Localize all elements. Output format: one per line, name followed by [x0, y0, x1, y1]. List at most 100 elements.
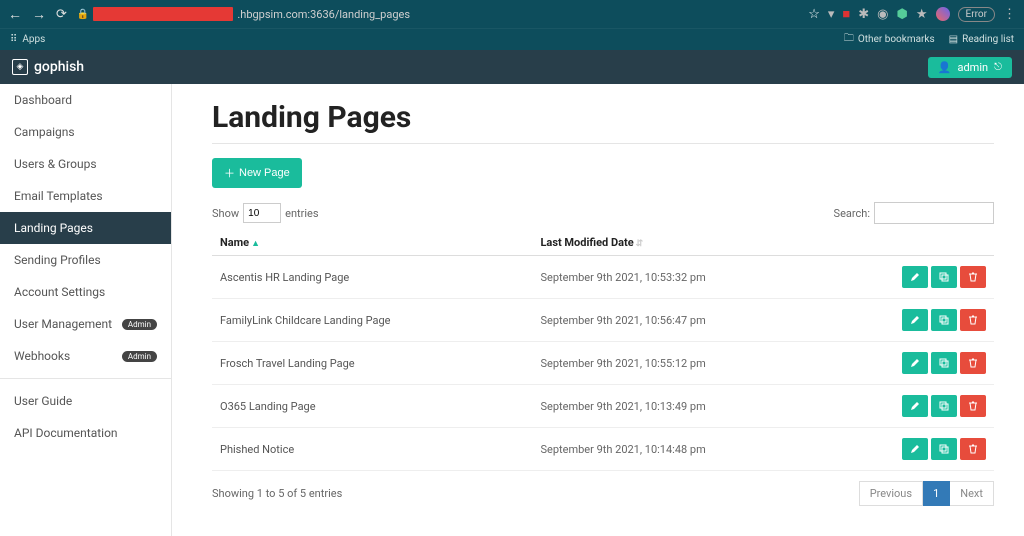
sidebar-item-user-management[interactable]: User ManagementAdmin [0, 308, 171, 340]
url-bar[interactable]: 🔒 .hbgpsim.com:3636/landing_pages [77, 7, 798, 21]
sidebar-item-landing-pages[interactable]: Landing Pages [0, 212, 171, 244]
sidebar-item-email-templates[interactable]: Email Templates [0, 180, 171, 212]
user-menu-button[interactable]: 👤 admin ⎋ [928, 57, 1012, 78]
folder-icon: 🗀 [844, 31, 854, 48]
table-row: Phished NoticeSeptember 9th 2021, 10:14:… [212, 428, 994, 471]
cell-modified: September 9th 2021, 10:13:49 pm [532, 385, 844, 428]
col-actions [844, 230, 994, 256]
entries-input[interactable] [243, 203, 281, 223]
edit-button[interactable] [902, 309, 928, 331]
delete-button[interactable] [960, 352, 986, 374]
brand-logo[interactable]: ◈ gophish [12, 59, 84, 75]
sidebar: Dashboard Campaigns Users & Groups Email Te… [0, 84, 172, 536]
pager-next[interactable]: Next [950, 481, 994, 506]
pager-page-1[interactable]: 1 [923, 481, 950, 506]
copy-button[interactable] [931, 395, 957, 417]
show-label: Show [212, 207, 239, 220]
logout-icon: ⎋ [994, 62, 1002, 73]
ext2-icon[interactable]: ■ [842, 6, 850, 22]
cell-modified: September 9th 2021, 10:56:47 pm [532, 299, 844, 342]
delete-button[interactable] [960, 395, 986, 417]
cell-modified: September 9th 2021, 10:53:32 pm [532, 256, 844, 299]
nav-forward-icon[interactable]: → [32, 6, 46, 23]
sidebar-item-webhooks[interactable]: WebhooksAdmin [0, 340, 171, 372]
error-button[interactable]: Error [958, 7, 995, 22]
reload-icon[interactable]: ⟳ [56, 7, 67, 22]
apps-label: Apps [22, 34, 45, 45]
edit-button[interactable] [902, 266, 928, 288]
copy-button[interactable] [931, 266, 957, 288]
sidebar-item-label: Sending Profiles [14, 253, 101, 267]
delete-button[interactable] [960, 309, 986, 331]
browser-chrome: ← → ⟳ 🔒 .hbgpsim.com:3636/landing_pages … [0, 0, 1024, 28]
url-redacted [93, 7, 233, 21]
search-box: Search: [834, 202, 994, 224]
url-host: .hbgpsim.com:3636/landing_pages [237, 8, 410, 21]
sort-asc-icon: ▲ [251, 239, 260, 249]
sidebar-item-label: Users & Groups [14, 157, 97, 171]
col-modified[interactable]: Last Modified Date⇵ [532, 230, 844, 256]
copy-button[interactable] [931, 352, 957, 374]
sidebar-item-dashboard[interactable]: Dashboard [0, 84, 171, 116]
app-header: ◈ gophish 👤 admin ⎋ [0, 50, 1024, 84]
show-entries: Show entries [212, 203, 319, 223]
cell-actions [844, 256, 994, 299]
sidebar-item-label: Dashboard [14, 93, 72, 107]
page-title: Landing Pages [212, 100, 994, 135]
cell-actions [844, 428, 994, 471]
cell-modified: September 9th 2021, 10:55:12 pm [532, 342, 844, 385]
content: Landing Pages ＋ New Page Show entries Se… [172, 84, 1024, 536]
cell-name: O365 Landing Page [212, 385, 532, 428]
sidebar-item-label: Email Templates [14, 189, 103, 203]
sidebar-item-campaigns[interactable]: Campaigns [0, 116, 171, 148]
cell-name: Frosch Travel Landing Page [212, 342, 532, 385]
edit-button[interactable] [902, 438, 928, 460]
col-name[interactable]: Name▲ [212, 230, 532, 256]
sidebar-item-label: Campaigns [14, 125, 75, 139]
pager-previous[interactable]: Previous [859, 481, 923, 506]
entries-summary: Showing 1 to 5 of 5 entries [212, 487, 342, 500]
readlist-icon: ▤ [949, 34, 958, 45]
table-row: O365 Landing PageSeptember 9th 2021, 10:… [212, 385, 994, 428]
apps-grid-icon: ⠿ [10, 34, 17, 45]
new-page-button[interactable]: ＋ New Page [212, 158, 302, 188]
sidebar-item-label: User Management [14, 317, 112, 331]
delete-button[interactable] [960, 266, 986, 288]
ext4-icon[interactable]: ◉ [877, 7, 888, 22]
reading-list[interactable]: ▤Reading list [949, 34, 1014, 45]
profile-icon[interactable] [936, 7, 950, 21]
copy-button[interactable] [931, 438, 957, 460]
apps-shortcut[interactable]: ⠿ Apps [10, 34, 45, 45]
kebab-icon[interactable]: ⋮ [1003, 7, 1016, 22]
search-input[interactable] [874, 202, 994, 224]
nav-back-icon[interactable]: ← [8, 6, 22, 23]
edit-button[interactable] [902, 352, 928, 374]
sidebar-item-sending-profiles[interactable]: Sending Profiles [0, 244, 171, 276]
ext1-icon[interactable]: ▾ [828, 7, 835, 22]
logo-hex-icon: ◈ [12, 59, 28, 75]
edit-button[interactable] [902, 395, 928, 417]
sidebar-item-api-documentation[interactable]: API Documentation [0, 417, 171, 449]
new-page-label: New Page [239, 167, 290, 179]
user-name: admin [957, 61, 988, 74]
ext6-icon[interactable]: ★ [916, 7, 928, 22]
brand-name: gophish [34, 59, 84, 75]
sidebar-item-account-settings[interactable]: Account Settings [0, 276, 171, 308]
delete-button[interactable] [960, 438, 986, 460]
cell-actions [844, 299, 994, 342]
cell-actions [844, 342, 994, 385]
lock-icon: 🔒 [77, 9, 89, 20]
user-icon: 👤 [938, 61, 952, 74]
sidebar-item-user-guide[interactable]: User Guide [0, 385, 171, 417]
copy-button[interactable] [931, 309, 957, 331]
other-bookmarks[interactable]: 🗀Other bookmarks [844, 31, 935, 48]
plus-icon: ＋ [224, 165, 235, 181]
ext3-icon[interactable]: ✱ [858, 7, 869, 22]
ext5-icon[interactable]: ⬢ [897, 7, 908, 22]
favorite-icon[interactable]: ☆ [808, 7, 820, 22]
cell-actions [844, 385, 994, 428]
pager: Previous 1 Next [859, 481, 994, 506]
sidebar-item-users-groups[interactable]: Users & Groups [0, 148, 171, 180]
sidebar-item-label: Landing Pages [14, 221, 93, 235]
bookmark-bar: ⠿ Apps 🗀Other bookmarks ▤Reading list [0, 28, 1024, 50]
